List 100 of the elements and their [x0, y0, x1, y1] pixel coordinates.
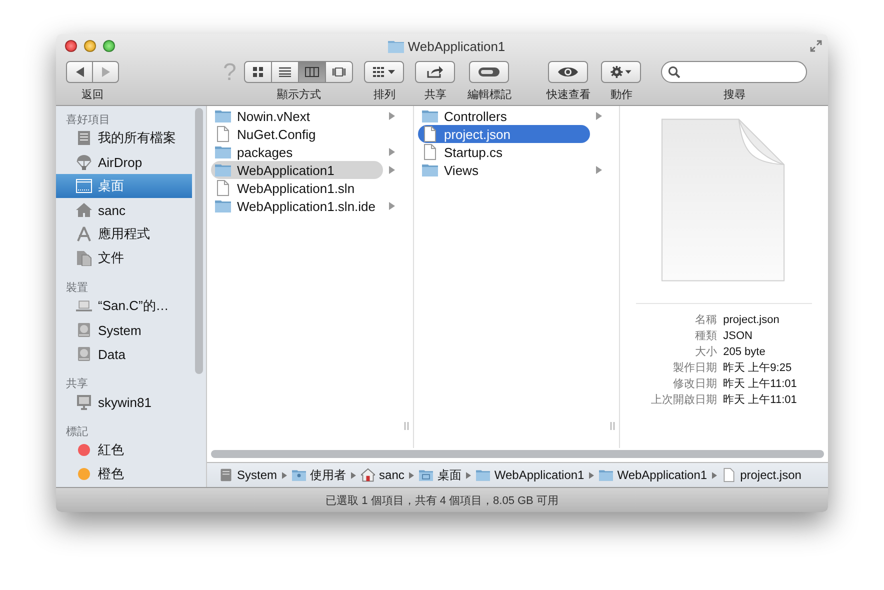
cabinet-icon: [76, 130, 92, 146]
eye-icon: [557, 66, 580, 78]
folder-icon: [422, 162, 438, 178]
arrange-button[interactable]: [364, 61, 404, 83]
file-row[interactable]: NuGet.Config: [211, 125, 383, 143]
search-field[interactable]: [661, 61, 808, 83]
grid-icon: [251, 67, 266, 77]
quick-look-button[interactable]: [548, 61, 588, 83]
scrollbar[interactable]: [211, 450, 824, 458]
file-row[interactable]: Controllers: [418, 107, 590, 125]
path-item[interactable]: WebApplication1: [476, 468, 584, 482]
laptop-icon: [76, 298, 92, 314]
sidebar-item[interactable]: AirDrop: [56, 150, 192, 174]
path-item[interactable]: System: [219, 468, 278, 482]
column-resize-handle[interactable]: [610, 422, 615, 430]
sidebar-item[interactable]: 我的所有檔案: [56, 126, 192, 150]
sidebar-item[interactable]: skywin81: [56, 390, 192, 414]
sidebar-item[interactable]: 應用程式: [56, 222, 192, 246]
info-value: JSON: [723, 329, 754, 344]
folder-icon: [215, 162, 231, 178]
path-separator-icon: [282, 472, 288, 478]
sidebar-item[interactable]: “San.C”的…: [56, 294, 192, 318]
gear-icon: [610, 66, 632, 78]
fullscreen-icon[interactable]: [810, 40, 822, 52]
columns-icon: [305, 67, 320, 77]
sidebar-item[interactable]: System: [56, 318, 192, 342]
sidebar-item[interactable]: 桌面: [56, 174, 192, 198]
path-item[interactable]: project.json: [722, 468, 802, 482]
back-button[interactable]: [66, 61, 93, 83]
sidebar-item[interactable]: Data: [56, 342, 192, 366]
path-item[interactable]: WebApplication1: [599, 468, 708, 482]
file-row[interactable]: packages: [211, 143, 383, 161]
file-row[interactable]: WebApplication1.sln.ide: [211, 197, 383, 215]
tag-dot-icon: [78, 468, 90, 480]
toolbar-label: 排列: [373, 88, 396, 102]
document-icon: [722, 468, 736, 482]
disclosure-arrow-icon: [389, 112, 395, 120]
document-icon: [422, 144, 438, 160]
file-row[interactable]: Startup.cs: [418, 143, 590, 161]
list-view-button[interactable]: [271, 61, 300, 83]
icon-view-button[interactable]: [244, 61, 272, 83]
disclosure-arrow-icon: [389, 148, 395, 156]
folder-icon: [388, 39, 404, 53]
user-folder-icon: [292, 468, 306, 482]
info-value: 昨天 上午11:01: [723, 393, 797, 408]
file-row[interactable]: project.json: [418, 125, 590, 143]
toolbar-label: 編輯標記: [467, 88, 512, 102]
sidebar-item[interactable]: 文件: [56, 246, 192, 270]
column-view-button[interactable]: [298, 61, 326, 83]
file-row[interactable]: Views: [418, 161, 590, 179]
path-separator-icon: [712, 472, 718, 478]
cover-flow-button[interactable]: [325, 61, 354, 83]
house-icon: [76, 202, 92, 218]
scrollbar[interactable]: [195, 108, 203, 374]
sidebar-item[interactable]: 橙色: [56, 462, 192, 486]
file-row[interactable]: WebApplication1: [211, 161, 383, 179]
file-row[interactable]: WebApplication1.sln: [211, 179, 383, 197]
sidebar-heading: 共享: [65, 376, 89, 390]
info-value: project.json: [723, 313, 780, 328]
toolbar-label: 返回: [82, 88, 104, 102]
disclosure-arrow-icon: [596, 166, 602, 174]
close-button[interactable]: [65, 40, 77, 52]
back-icon: [76, 67, 84, 77]
path-item[interactable]: 桌面: [419, 466, 462, 484]
file-row[interactable]: Nowin.vNext: [211, 107, 383, 125]
parachute-icon: [76, 154, 92, 170]
path-item[interactable]: 使用者: [292, 466, 346, 484]
sidebar-heading: 喜好項目: [65, 113, 111, 126]
column-resize-handle[interactable]: [404, 422, 409, 430]
arrange-icon: [373, 66, 396, 78]
disclosure-arrow-icon: [596, 112, 602, 120]
share-button[interactable]: [415, 61, 456, 83]
tag-dot-icon: [78, 444, 90, 456]
house-icon: [361, 468, 376, 482]
forward-button[interactable]: [92, 61, 119, 83]
cover-flow-icon: [332, 67, 346, 77]
desktop-folder-icon: [419, 468, 434, 482]
toolbar-label: 顯示方式: [276, 88, 321, 102]
folder-icon: [215, 144, 231, 160]
sidebar-heading: 裝置: [65, 281, 89, 294]
sidebar-item[interactable]: sanc: [56, 198, 192, 222]
tags-button[interactable]: [469, 61, 510, 83]
sidebar-item[interactable]: 紅色: [56, 438, 192, 462]
path-separator-icon: [409, 472, 414, 478]
info-label: 製作日期: [672, 361, 718, 376]
toolbar-label: 動作: [610, 88, 632, 102]
disclosure-arrow-icon: [389, 202, 395, 210]
action-button[interactable]: [601, 61, 642, 83]
monitor-icon: [76, 394, 92, 410]
minimize-button[interactable]: [84, 40, 96, 52]
path-separator-icon: [351, 472, 356, 478]
info-label: 上次開啟日期: [651, 393, 718, 408]
path-item[interactable]: sanc: [361, 468, 404, 482]
tag-icon: [478, 66, 500, 78]
forward-icon: [102, 67, 110, 77]
info-value: 昨天 上午9:25: [723, 361, 793, 376]
info-label: 大小: [694, 345, 718, 360]
folder-icon: [215, 198, 231, 214]
folder-icon: [599, 468, 614, 482]
zoom-button[interactable]: [103, 40, 115, 52]
